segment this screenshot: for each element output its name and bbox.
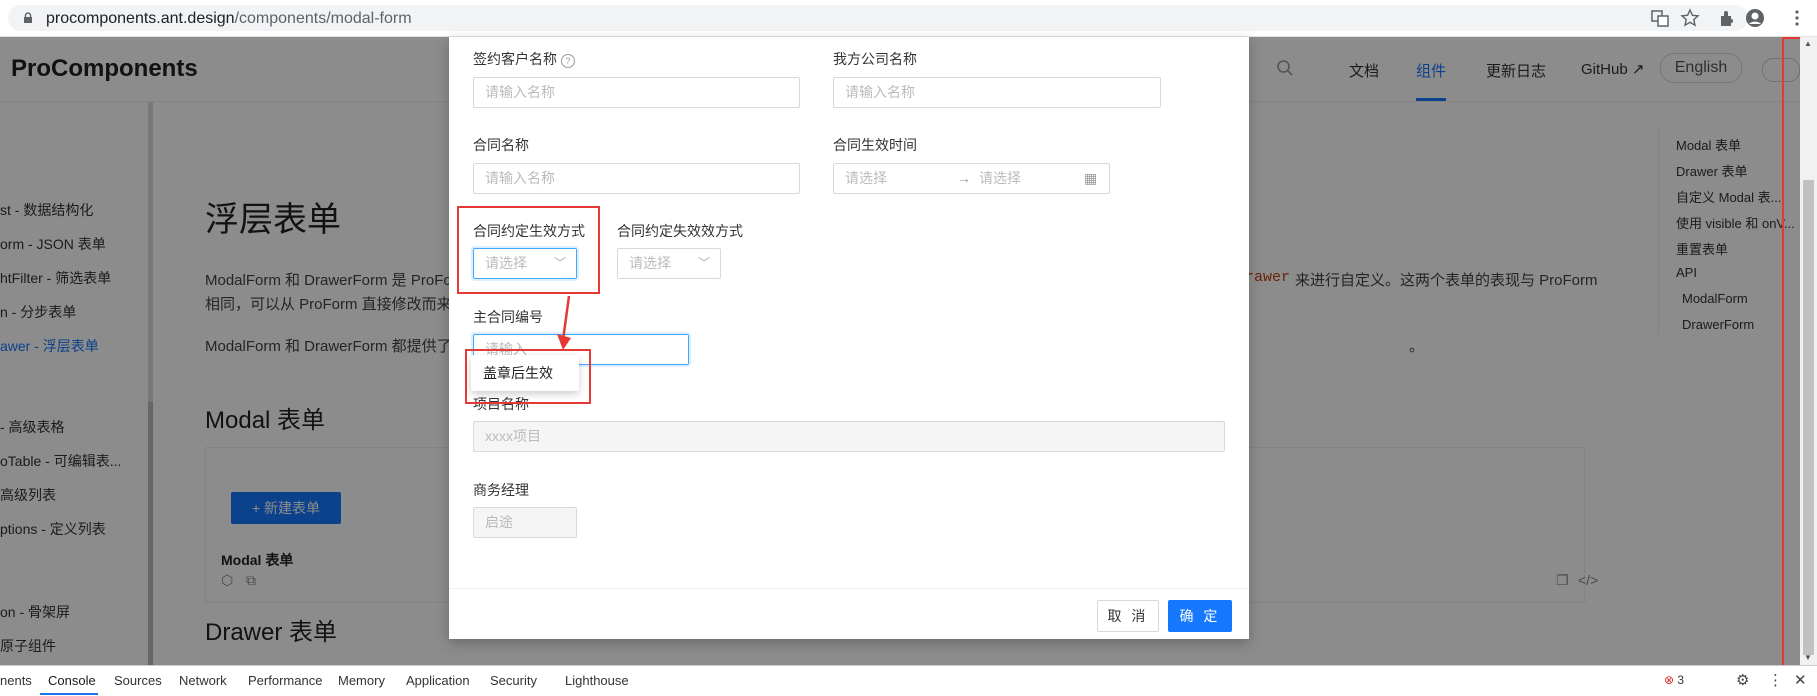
client-name-label: 签约客户名称 ?	[473, 49, 575, 69]
company-name-label: 我方公司名称	[833, 51, 917, 67]
devtools-tab-memory[interactable]: Memory	[338, 673, 385, 688]
devtools-tab-sources[interactable]: Sources	[114, 673, 162, 688]
devtools-tab-elements[interactable]: nents	[0, 673, 32, 688]
browser-toolbar: procomponents.ant.design/components/moda…	[0, 0, 1817, 37]
annotation-box-dropdown	[465, 349, 591, 404]
contract-name-label: 合同名称	[473, 137, 529, 153]
scroll-up-icon[interactable]: ▲	[1804, 39, 1812, 48]
effective-time-label: 合同生效时间	[833, 137, 917, 153]
date-range-picker[interactable]: 请选择 → 请选择 ▦	[833, 163, 1110, 194]
address-bar[interactable]: procomponents.ant.design/components/moda…	[8, 5, 1748, 31]
business-manager-label: 商务经理	[473, 482, 529, 498]
range-arrow-icon: →	[957, 170, 971, 186]
calendar-icon: ▦	[1084, 170, 1098, 186]
date-end-input[interactable]: 请选择	[979, 164, 1021, 193]
devtools-tab-security[interactable]: Security	[490, 673, 537, 688]
page-scrollbar-thumb[interactable]	[1803, 180, 1814, 655]
chevron-down-icon: ﹀	[697, 256, 710, 270]
date-start-input[interactable]: 请选择	[845, 164, 887, 193]
annotation-box-select	[457, 206, 600, 294]
devtools-tab-application[interactable]: Application	[406, 673, 470, 688]
modal-footer: 取 消 确 定	[449, 588, 1249, 640]
annotation-arrow-icon	[557, 295, 571, 350]
company-name-input[interactable]: 请输入名称	[833, 77, 1161, 108]
url-text: procomponents.ant.design/components/moda…	[46, 10, 412, 27]
help-question-icon[interactable]: ?	[560, 54, 575, 68]
error-count-badge[interactable]: ⊗ 3	[1664, 673, 1684, 687]
expire-method-select[interactable]: 请选择 ﹀	[617, 248, 721, 279]
project-name-input: xxxx项目	[473, 421, 1225, 452]
error-icon: ⊗	[1664, 673, 1675, 687]
devtools-tab-network[interactable]: Network	[179, 673, 227, 688]
main-contract-no-label: 主合同编号	[473, 309, 543, 325]
lock-icon	[24, 12, 32, 23]
devtools-tab-console[interactable]: Console	[48, 673, 96, 688]
bookmark-star-icon[interactable]	[1680, 8, 1700, 28]
close-icon[interactable]: ✕	[1794, 671, 1807, 689]
devtools-menu-icon[interactable]: ⋮	[1768, 671, 1783, 689]
menu-kebab-icon[interactable]	[1787, 8, 1807, 28]
expire-method-label: 合同约定失效效方式	[617, 223, 743, 239]
client-name-input[interactable]: 请输入名称	[473, 77, 800, 108]
contract-name-input[interactable]: 请输入名称	[473, 163, 800, 194]
translate-icon[interactable]	[1650, 8, 1670, 28]
devtools-panel: nents Console Sources Network Performanc…	[0, 665, 1817, 696]
extensions-icon[interactable]	[1717, 8, 1737, 28]
business-manager-input: 启途	[473, 507, 577, 538]
profile-avatar-icon[interactable]	[1745, 8, 1765, 28]
devtools-tab-lighthouse[interactable]: Lighthouse	[565, 673, 629, 688]
confirm-button[interactable]: 确 定	[1168, 600, 1232, 632]
settings-gear-icon[interactable]: ⚙	[1736, 671, 1749, 689]
cancel-button[interactable]: 取 消	[1097, 600, 1159, 632]
devtools-tab-performance[interactable]: Performance	[248, 673, 322, 688]
